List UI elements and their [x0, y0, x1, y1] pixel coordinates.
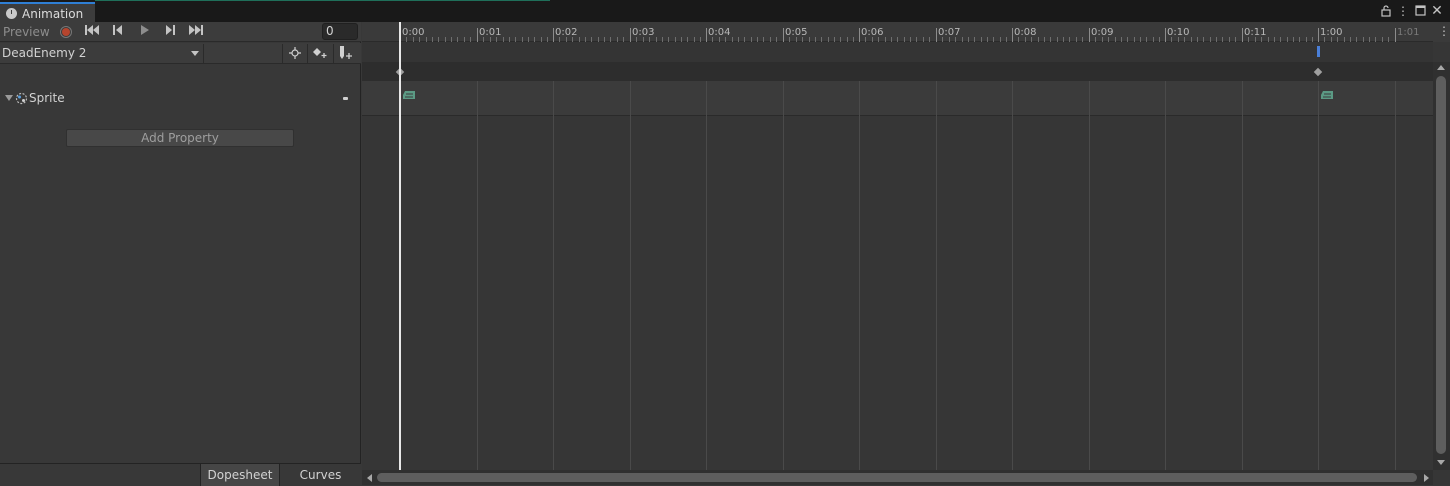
time-ruler[interactable]: 0:00 0:01 0:02 0:03 0:04 0:05 0:06 0:07 0:08 0:09… — [362, 22, 1433, 42]
record-button[interactable] — [57, 24, 75, 40]
timeline-gridline — [1012, 81, 1013, 470]
add-event-button[interactable] — [333, 44, 357, 63]
timeline-gridline — [477, 81, 478, 470]
scroll-right-icon[interactable] — [1424, 474, 1429, 482]
sprite-renderer-icon — [15, 92, 28, 105]
clip-row: DeadEnemy 2 — [0, 43, 361, 64]
play-button[interactable] — [132, 23, 156, 41]
timeline-menu-icon[interactable]: ⋮ — [1433, 22, 1450, 42]
property-options-icon[interactable] — [343, 97, 348, 100]
sprite-keyframe[interactable] — [1320, 90, 1334, 101]
accent-line — [95, 0, 550, 1]
vertical-scroll-thumb[interactable] — [1436, 76, 1446, 454]
close-icon[interactable]: ✕ — [1430, 3, 1444, 19]
timeline-gridline — [859, 81, 860, 470]
tab-title: Animation — [22, 7, 84, 21]
sprite-keyframe-lane[interactable] — [362, 81, 1433, 116]
ruler-major-tick — [706, 28, 707, 42]
next-keyframe-button[interactable] — [158, 23, 182, 41]
previous-keyframe-icon — [113, 25, 122, 35]
ruler-major-tick — [1242, 28, 1243, 42]
playback-toolbar: Preview 0 — [0, 22, 361, 42]
timeline-gridline — [1318, 81, 1319, 470]
horizontal-scroll-thumb[interactable] — [377, 473, 1417, 482]
window-tab-bar: Animation ⋮ ✕ — [0, 0, 1450, 22]
ruler-major-tick — [1395, 28, 1396, 42]
timeline-gridline — [630, 81, 631, 470]
preview-toggle[interactable]: Preview — [3, 25, 50, 39]
timeline-gridline — [1242, 81, 1243, 470]
ruler-major-tick — [936, 28, 937, 42]
filter-by-selection-button[interactable] — [282, 44, 306, 63]
skip-to-end-icon — [189, 25, 203, 35]
scroll-down-icon[interactable] — [1437, 460, 1445, 465]
previous-keyframe-button[interactable] — [106, 23, 130, 41]
ruler-major-tick — [1318, 28, 1319, 42]
play-icon — [140, 25, 149, 35]
horizontal-scrollbar[interactable] — [362, 470, 1433, 485]
property-label: Sprite — [29, 91, 65, 105]
sprite-keyframe[interactable] — [402, 90, 416, 101]
ruler-major-tick — [1012, 28, 1013, 42]
skip-to-start-icon — [85, 25, 99, 35]
property-row-sprite[interactable]: Sprite — [0, 86, 361, 110]
add-keyframe-icon — [312, 48, 326, 58]
ruler-major-tick — [630, 28, 631, 42]
timeline-gridline — [1089, 81, 1090, 470]
current-frame-field[interactable]: 0 — [322, 23, 358, 40]
foldout-arrow-icon[interactable] — [5, 95, 13, 101]
ruler-major-tick — [859, 28, 860, 42]
kebab-menu-icon[interactable]: ⋮ — [1396, 3, 1410, 19]
timeline-gridline — [1395, 81, 1396, 470]
playhead[interactable] — [399, 22, 401, 470]
tab-animation[interactable]: Animation — [0, 2, 95, 22]
ruler-major-tick — [1165, 28, 1166, 42]
animation-clock-icon — [6, 8, 17, 19]
clip-name: DeadEnemy 2 — [2, 46, 87, 60]
ruler-major-tick — [1089, 28, 1090, 42]
ruler-time-label: 1:01 — [1397, 27, 1420, 38]
dopesheet-timeline[interactable]: 0:00 0:01 0:02 0:03 0:04 0:05 0:06 0:07 0:08 0:09… — [362, 22, 1450, 485]
tab-dopesheet[interactable]: Dopesheet — [200, 464, 280, 486]
add-keyframe-button[interactable] — [307, 44, 331, 63]
add-event-icon — [339, 46, 352, 59]
event-lane[interactable] — [362, 42, 1433, 62]
skip-to-start-button[interactable] — [80, 23, 104, 41]
next-keyframe-icon — [166, 25, 175, 35]
timeline-gridline — [706, 81, 707, 470]
scroll-left-icon[interactable] — [367, 474, 372, 482]
skip-to-end-button[interactable] — [184, 23, 208, 41]
view-mode-tabs: Dopesheet Curves — [0, 463, 361, 486]
scroll-up-icon[interactable] — [1437, 65, 1445, 70]
animation-event-marker[interactable] — [1317, 46, 1320, 57]
tab-curves[interactable]: Curves — [281, 464, 360, 486]
timeline-gridline — [553, 81, 554, 470]
ruler-major-tick — [783, 28, 784, 42]
timeline-gridline — [1165, 81, 1166, 470]
clip-dropdown[interactable]: DeadEnemy 2 — [0, 44, 204, 63]
ruler-major-tick — [477, 28, 478, 42]
lock-icon[interactable] — [1379, 3, 1393, 19]
chevron-down-icon — [191, 51, 199, 56]
summary-lane[interactable] — [362, 62, 1433, 81]
timeline-gridline — [783, 81, 784, 470]
maximize-icon[interactable] — [1413, 3, 1427, 19]
crosshair-icon — [288, 47, 301, 59]
timeline-gridline — [936, 81, 937, 470]
animation-left-panel: Preview 0 DeadEnemy 2 Sprite Add Propert… — [0, 22, 361, 486]
add-property-button[interactable]: Add Property — [66, 129, 294, 147]
vertical-scrollbar[interactable] — [1433, 62, 1450, 470]
ruler-major-tick — [553, 28, 554, 42]
